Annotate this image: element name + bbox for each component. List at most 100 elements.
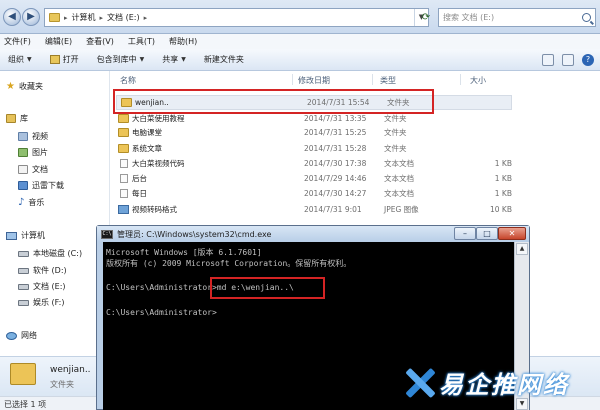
column-divider[interactable] xyxy=(460,74,461,85)
file-row[interactable]: 电脑课堂 2014/7/31 15:25 文件夹 xyxy=(114,127,514,138)
nav-pictures[interactable]: 图片 xyxy=(18,147,48,158)
drive-icon xyxy=(18,283,29,290)
column-divider[interactable] xyxy=(292,74,293,85)
share-button[interactable]: 共享 ▼ xyxy=(162,54,186,65)
file-row[interactable]: 系统文章 2014/7/31 15:28 文件夹 xyxy=(114,143,514,154)
details-name: wenjian.. xyxy=(50,365,91,375)
nav-drive-c[interactable]: 本地磁盘 (C:) xyxy=(18,248,82,259)
search-placeholder: 搜索 文档 (E:) xyxy=(443,13,495,22)
nav-drive-e[interactable]: 文档 (E:) xyxy=(18,281,66,292)
nav-computer-label: 计算机 xyxy=(21,231,45,240)
text-file-icon xyxy=(120,189,128,198)
nav-downloads[interactable]: 迅雷下载 xyxy=(18,180,64,191)
nav-network-label: 网络 xyxy=(21,331,37,340)
organize-button[interactable]: 组织 ▼ xyxy=(8,54,32,65)
help-icon[interactable]: ? xyxy=(582,53,594,66)
library-icon xyxy=(6,114,16,123)
watermark: 易企推网络 xyxy=(405,365,569,400)
nav-favorites-label: 收藏夹 xyxy=(18,82,43,91)
column-header-name[interactable]: 名称 xyxy=(120,75,136,86)
column-header-modified[interactable]: 修改日期 xyxy=(298,75,330,86)
chevron-right-icon: ▸ xyxy=(64,13,68,22)
file-date: 2014/7/29 14:46 xyxy=(304,174,367,183)
nav-favorites[interactable]: ★ 收藏夹 xyxy=(6,81,43,92)
file-date: 2014/7/30 14:27 xyxy=(304,189,367,198)
nav-music-label: 音乐 xyxy=(28,198,45,207)
file-type: JPEG 图像 xyxy=(384,205,419,214)
back-button[interactable]: ◀ xyxy=(3,8,21,26)
text-file-icon xyxy=(120,159,128,168)
refresh-icon[interactable]: ⟳ xyxy=(418,8,434,27)
organize-label: 组织 xyxy=(8,55,24,64)
file-size: 10 KB xyxy=(490,205,512,214)
file-size: 1 KB xyxy=(494,189,512,198)
nav-music[interactable]: ♪ 音乐 xyxy=(18,197,44,208)
file-date: 2014/7/31 15:25 xyxy=(304,128,367,137)
breadcrumb-drive-e[interactable]: 文档 (E:) xyxy=(107,12,140,23)
nav-pictures-label: 图片 xyxy=(32,148,48,157)
file-type: 文件夹 xyxy=(384,144,407,153)
menu-tools[interactable]: 工具(T) xyxy=(128,36,155,47)
search-input[interactable]: 搜索 文档 (E:) xyxy=(438,8,596,27)
column-header-type[interactable]: 类型 xyxy=(380,75,396,86)
video-icon xyxy=(18,132,28,141)
nav-videos[interactable]: 视频 xyxy=(18,131,48,142)
maximize-button[interactable]: □ xyxy=(476,227,498,240)
star-icon: ★ xyxy=(6,81,15,92)
new-folder-button[interactable]: 新建文件夹 xyxy=(204,54,244,65)
file-date: 2014/7/31 15:28 xyxy=(304,144,367,153)
column-divider[interactable] xyxy=(372,74,373,85)
command-toolbar: 组织 ▼ 打开 包含到库中 ▼ 共享 ▼ 新建文件夹 ? xyxy=(0,49,600,71)
menu-file[interactable]: 文件(F) xyxy=(4,36,31,47)
computer-icon xyxy=(6,231,17,240)
file-size: 1 KB xyxy=(494,159,512,168)
file-date: 2014/7/31 9:01 xyxy=(304,205,362,214)
nav-network[interactable]: 网络 xyxy=(6,330,37,341)
nav-libraries[interactable]: 库 xyxy=(6,113,28,124)
address-row: ◀ ▶ ▸ 计算机 ▸ 文档 (E:) ▸ ▼ ⟳ 搜索 文档 (E:) xyxy=(0,0,600,34)
menu-help[interactable]: 帮助(H) xyxy=(169,36,197,47)
breadcrumb-computer[interactable]: 计算机 xyxy=(72,12,96,23)
menu-view[interactable]: 查看(V) xyxy=(86,36,114,47)
file-type: 文件夹 xyxy=(384,114,407,123)
open-button[interactable]: 打开 xyxy=(49,54,79,65)
scroll-up-icon[interactable]: ▲ xyxy=(516,243,528,255)
minimize-button[interactable]: – xyxy=(454,227,476,240)
file-row[interactable]: 大白菜视频代码 2014/7/30 17:38 文本文档 1 KB xyxy=(114,158,514,169)
file-row[interactable]: 视频转码格式 2014/7/31 9:01 JPEG 图像 10 KB xyxy=(114,204,514,215)
nav-drive-c-label: 本地磁盘 (C:) xyxy=(33,249,83,258)
nav-documents[interactable]: 文档 xyxy=(18,164,48,175)
file-row[interactable]: wenjian.. 2014/7/31 15:54 文件夹 xyxy=(116,95,512,110)
cmd-title: 管理员: C:\Windows\system32\cmd.exe xyxy=(117,229,272,239)
file-row[interactable]: 大白菜使用教程 2014/7/31 13:35 文件夹 xyxy=(114,113,514,124)
terminal-icon: C:\ xyxy=(101,229,113,239)
include-in-library-button[interactable]: 包含到库中 ▼ xyxy=(97,54,145,65)
open-label: 打开 xyxy=(62,55,79,64)
column-header-size[interactable]: 大小 xyxy=(470,75,486,86)
preview-pane-icon[interactable] xyxy=(562,53,574,66)
address-bar[interactable]: ▸ 计算机 ▸ 文档 (E:) ▸ ▼ xyxy=(44,8,429,27)
file-date: 2014/7/30 17:38 xyxy=(304,159,367,168)
file-row[interactable]: 每日 2014/7/30 14:27 文本文档 1 KB xyxy=(114,188,514,199)
file-name: 大白菜视频代码 xyxy=(132,159,185,168)
file-row[interactable]: 后台 2014/7/29 14:46 文本文档 1 KB xyxy=(114,173,514,184)
close-button[interactable]: ✕ xyxy=(498,227,526,240)
chevron-right-icon: ▸ xyxy=(143,13,148,22)
file-name: 电脑课堂 xyxy=(132,128,162,137)
nav-drive-f[interactable]: 娱乐 (F:) xyxy=(18,297,64,308)
navigation-pane: ★ 收藏夹 库 视频 图片 文档 迅雷下载 ♪ 音乐 计算机 本地磁盘 (C:)… xyxy=(0,71,110,356)
nav-documents-label: 文档 xyxy=(32,165,48,174)
share-label: 共享 xyxy=(162,55,179,64)
nav-computer[interactable]: 计算机 xyxy=(6,230,45,241)
watermark-logo-icon xyxy=(405,367,436,398)
menu-edit[interactable]: 编辑(E) xyxy=(45,36,72,47)
arrow-right-icon: ▶ xyxy=(27,11,35,22)
forward-button[interactable]: ▶ xyxy=(22,8,40,26)
console-line: C:\Users\Administrator> xyxy=(106,308,217,317)
network-icon xyxy=(6,331,17,340)
console-line: Microsoft Windows [版本 6.1.7601] xyxy=(106,248,262,257)
nav-drive-d[interactable]: 软件 (D:) xyxy=(18,265,67,276)
folder-icon xyxy=(10,363,36,385)
view-options-icon[interactable] xyxy=(542,53,554,66)
folder-icon xyxy=(49,13,60,22)
